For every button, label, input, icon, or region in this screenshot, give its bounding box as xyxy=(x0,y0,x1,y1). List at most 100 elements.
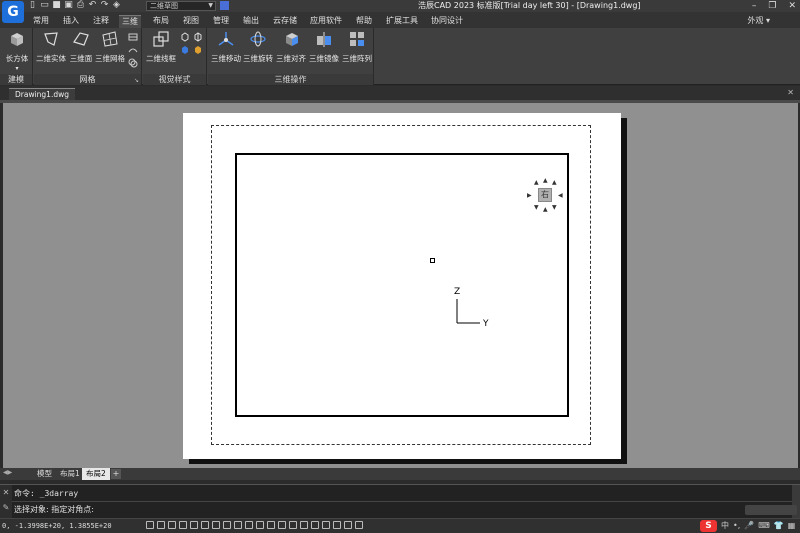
skin-icon[interactable]: 👕 xyxy=(774,520,784,532)
viewcube[interactable]: 右 ▲ ▲ ▲ ▶ ◀ ▼ ▲ ▼ xyxy=(527,177,563,213)
customize-icon[interactable] xyxy=(355,521,363,529)
wireframe-2d-button[interactable]: 二维线框 xyxy=(145,30,177,64)
open-icon[interactable]: ▭ xyxy=(40,1,49,10)
shaded-style-icon[interactable] xyxy=(180,45,190,55)
command-window-handle[interactable]: ✕ ✎ xyxy=(0,485,12,519)
transparency-icon[interactable] xyxy=(245,521,253,529)
grid-icon[interactable] xyxy=(146,521,154,529)
osnap-icon[interactable] xyxy=(190,521,198,529)
layers-icon[interactable]: ◈ xyxy=(112,1,121,10)
save-icon[interactable]: ■ xyxy=(52,1,61,10)
paper-sheet: Z Y 右 ▲ ▲ ▲ ▶ ◀ ▼ ▲ ▼ xyxy=(183,113,621,459)
tab-cloud[interactable]: 云存储 xyxy=(270,15,300,27)
tab-insert[interactable]: 插入 xyxy=(60,15,82,27)
viewcube-face[interactable]: 右 xyxy=(538,188,552,202)
tabsurf-icon[interactable] xyxy=(128,45,138,55)
tab-view[interactable]: 视图 xyxy=(180,15,202,27)
align-3d-button[interactable]: 三维对齐 xyxy=(275,30,307,64)
tab-help[interactable]: 帮助 xyxy=(353,15,375,27)
selection-cycle-icon[interactable] xyxy=(256,521,264,529)
move-3d-button[interactable]: 三维移动 xyxy=(210,30,242,64)
workspace-settings-icon[interactable] xyxy=(220,1,229,10)
tab-extensions[interactable]: 扩展工具 xyxy=(383,15,421,27)
rulesurf-icon[interactable] xyxy=(128,58,138,68)
model-space-icon[interactable] xyxy=(278,521,286,529)
restore-icon[interactable]: ❐ xyxy=(768,0,776,12)
ducs-icon[interactable] xyxy=(212,521,220,529)
document-tab[interactable]: Drawing1.dwg xyxy=(9,88,75,100)
viewcube-corner-icon[interactable]: ▼ xyxy=(552,204,557,211)
lock-icon[interactable] xyxy=(311,521,319,529)
tab-apps[interactable]: 应用软件 xyxy=(307,15,345,27)
ime-punctuation-icon[interactable]: •, xyxy=(733,520,740,532)
snap-icon[interactable] xyxy=(157,521,165,529)
microphone-icon[interactable]: 🎤 xyxy=(744,520,754,532)
viewcube-arrow-up-icon[interactable]: ▲ xyxy=(543,177,548,184)
tab-home[interactable]: 常用 xyxy=(30,15,52,27)
view-mode-label[interactable]: 外观 ▾ xyxy=(747,15,770,27)
viewcube-corner-icon[interactable]: ▲ xyxy=(552,179,557,186)
isolate-icon[interactable] xyxy=(322,521,330,529)
ucs-y-label: Y xyxy=(483,319,489,329)
ortho-icon[interactable] xyxy=(168,521,176,529)
toolbox-icon[interactable]: ▦ xyxy=(788,520,796,532)
hidden-style-icon[interactable] xyxy=(180,32,190,42)
tab-3d[interactable]: 三维 xyxy=(119,15,141,28)
app-logo-icon[interactable]: G xyxy=(2,1,24,23)
save-as-icon[interactable]: ▣ xyxy=(64,1,73,10)
mesh-3d-button[interactable]: 三维网格 xyxy=(95,30,125,64)
workspace-dropdown[interactable]: 二维草图 ▼ xyxy=(146,1,216,11)
tab-manage[interactable]: 管理 xyxy=(210,15,232,27)
pencil-icon[interactable]: ✎ xyxy=(0,497,12,512)
add-layout-button[interactable]: + xyxy=(111,469,121,479)
viewcube-arrow-right-icon[interactable]: ◀ xyxy=(558,192,563,199)
wire-style-icon[interactable] xyxy=(193,32,203,42)
dyn-icon[interactable] xyxy=(223,521,231,529)
layout-viewport[interactable]: Z Y 右 ▲ ▲ ▲ ▶ ◀ ▼ ▲ ▼ xyxy=(235,153,569,417)
tab-nav-icon[interactable]: ◀▶ xyxy=(3,469,12,476)
new-icon[interactable]: ▯ xyxy=(28,1,37,10)
lineweight-icon[interactable] xyxy=(234,521,242,529)
tab-layout[interactable]: 布局 xyxy=(150,15,172,27)
rotate-3d-button[interactable]: 三维旋转 xyxy=(242,30,274,64)
clean-screen-icon[interactable] xyxy=(344,521,352,529)
print-icon[interactable]: ⎙ xyxy=(76,1,85,10)
tab-collaborate[interactable]: 协同设计 xyxy=(428,15,466,27)
command-input[interactable]: 选择对象: 指定对角点: xyxy=(14,505,94,515)
tab-model[interactable]: 模型 xyxy=(33,468,56,480)
drawing-canvas[interactable]: Z Y 右 ▲ ▲ ▲ ▶ ◀ ▼ ▲ ▼ xyxy=(3,103,798,468)
3d-osnap-icon[interactable] xyxy=(267,521,275,529)
close-icon[interactable]: ✕ xyxy=(0,485,12,497)
tab-layout2[interactable]: 布局2 xyxy=(82,468,110,480)
array-3d-button[interactable]: 三维阵列 xyxy=(341,30,373,64)
minimize-icon[interactable]: – xyxy=(752,0,757,12)
realistic-style-icon[interactable] xyxy=(193,45,203,55)
polar-icon[interactable] xyxy=(179,521,187,529)
tab-layout1[interactable]: 布局1 xyxy=(56,468,84,480)
redo-icon[interactable]: ↷ xyxy=(100,1,109,10)
revsurf-icon[interactable] xyxy=(128,32,138,42)
tab-annotate[interactable]: 注释 xyxy=(90,15,112,27)
box-button[interactable]: 长方体 ▾ xyxy=(4,30,30,74)
ucs-z-label: Z xyxy=(454,287,461,297)
tab-output[interactable]: 输出 xyxy=(240,15,262,27)
mirror-3d-button[interactable]: 三维镜像 xyxy=(308,30,340,64)
close-icon[interactable]: ✕ xyxy=(788,0,796,12)
close-icon[interactable]: ✕ xyxy=(787,88,794,97)
dialog-launcher-icon[interactable]: ↘ xyxy=(134,77,139,84)
solid-2d-button[interactable]: 二维实体 xyxy=(36,30,66,64)
otrack-icon[interactable] xyxy=(201,521,209,529)
hardware-accel-icon[interactable] xyxy=(333,521,341,529)
ime-language[interactable]: 中 xyxy=(721,520,729,532)
undo-icon[interactable]: ↶ xyxy=(88,1,97,10)
command-window-scroll-control[interactable] xyxy=(745,505,797,515)
viewcube-arrow-left-icon[interactable]: ▶ xyxy=(527,192,532,199)
workspace-icon[interactable] xyxy=(300,521,308,529)
annotation-scale-icon[interactable] xyxy=(289,521,297,529)
face-3d-button[interactable]: 三维面 xyxy=(67,30,95,64)
viewcube-corner-icon[interactable]: ▼ xyxy=(534,204,539,211)
viewcube-corner-icon[interactable]: ▲ xyxy=(534,179,539,186)
viewcube-arrow-down-icon[interactable]: ▲ xyxy=(543,206,548,213)
keyboard-icon[interactable]: ⌨ xyxy=(758,520,770,532)
ime-logo-icon[interactable]: S xyxy=(700,520,717,532)
